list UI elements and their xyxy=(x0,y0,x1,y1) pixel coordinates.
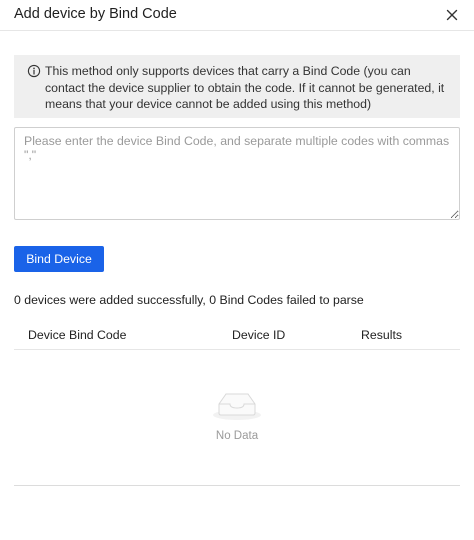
info-notice: This method only supports devices that c… xyxy=(14,55,460,118)
empty-text: No Data xyxy=(215,430,259,442)
empty-inbox-icon xyxy=(211,382,263,422)
dialog-header: Add device by Bind Code xyxy=(0,0,474,31)
results-table: Device Bind Code Device ID Results No Da… xyxy=(14,320,460,486)
bind-result-summary: 0 devices were added successfully, 0 Bin… xyxy=(14,293,364,307)
info-icon xyxy=(27,64,41,78)
column-header-device-id: Device ID xyxy=(232,328,286,342)
bind-device-button[interactable]: Bind Device xyxy=(14,246,104,272)
close-icon[interactable] xyxy=(442,5,462,25)
column-header-bind-code: Device Bind Code xyxy=(28,328,127,342)
dialog-title: Add device by Bind Code xyxy=(14,6,177,22)
empty-state: No Data xyxy=(14,382,460,442)
column-header-results: Results xyxy=(361,328,403,342)
table-header: Device Bind Code Device ID Results xyxy=(14,320,460,350)
notice-text: This method only supports devices that c… xyxy=(45,64,445,111)
bind-code-input[interactable] xyxy=(14,127,460,220)
